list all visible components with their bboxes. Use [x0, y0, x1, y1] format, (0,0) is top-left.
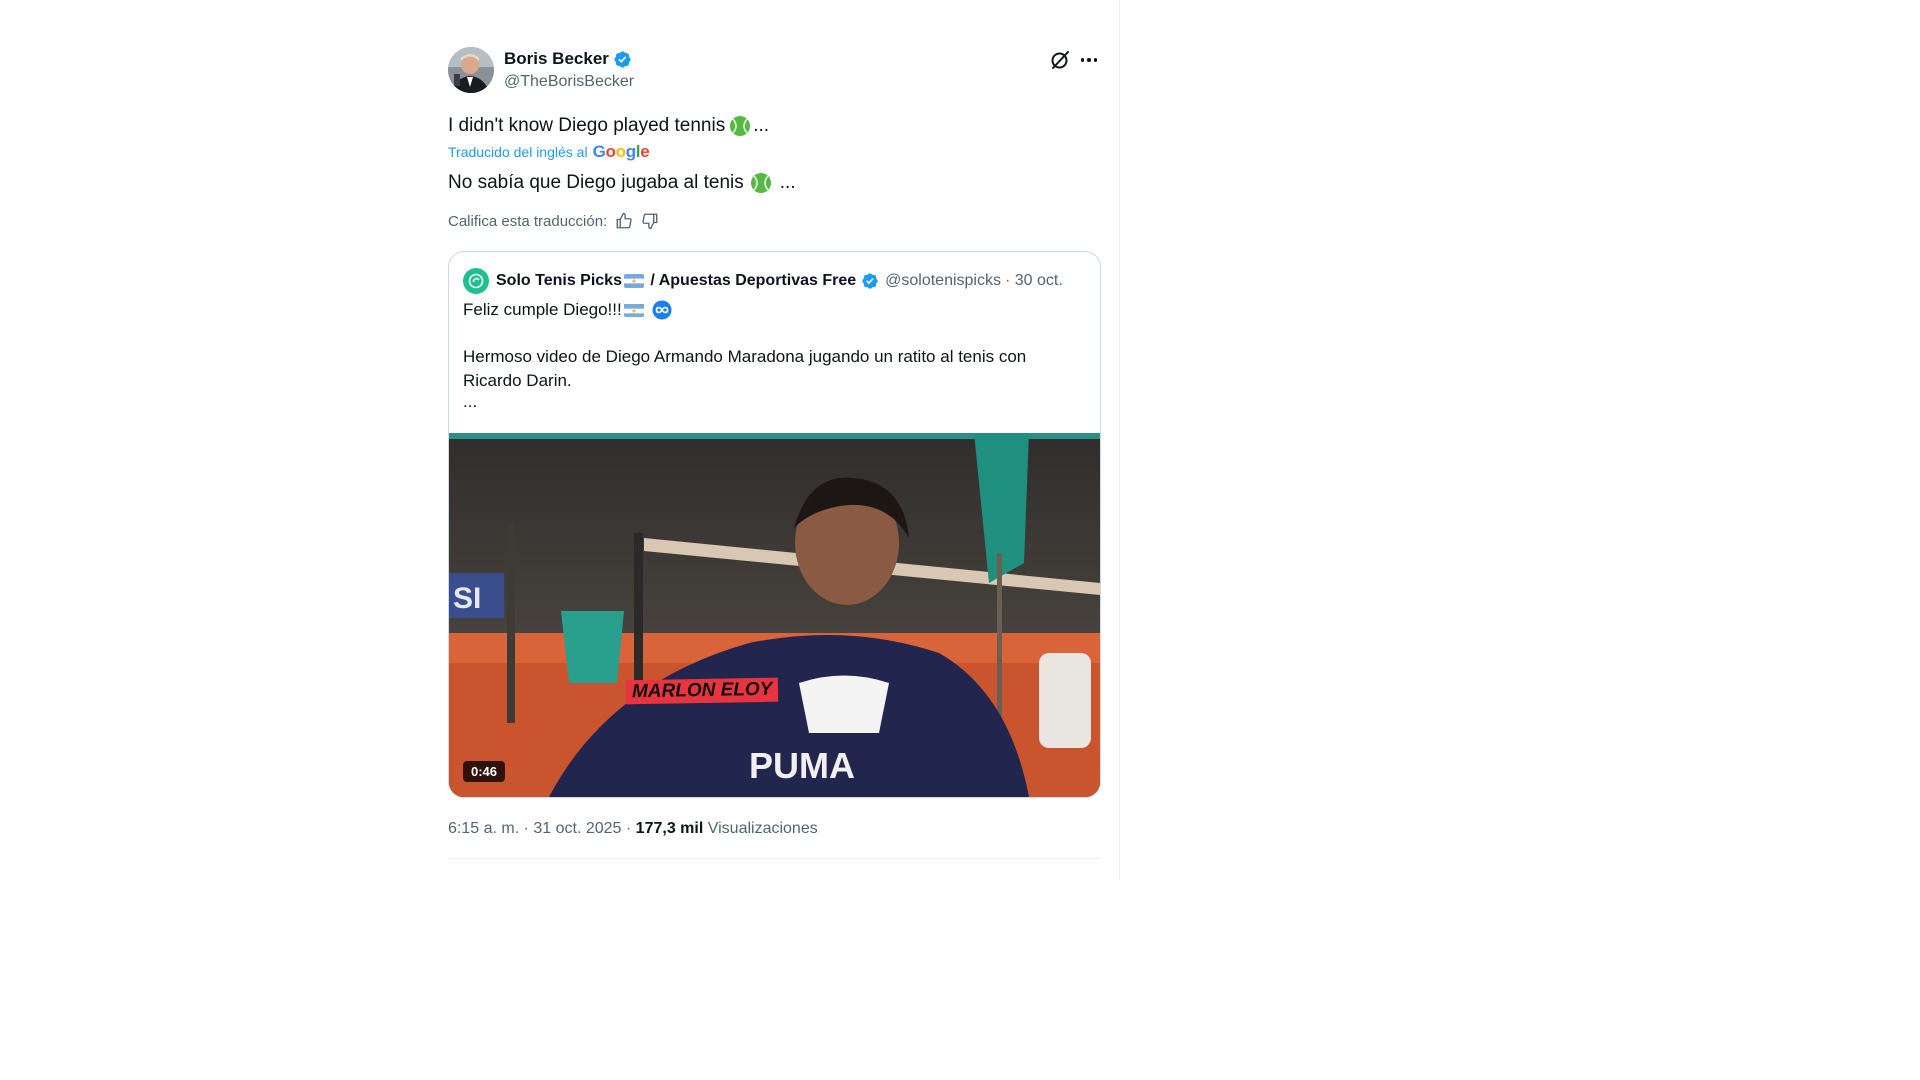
- video-player[interactable]: SI PUMA MARLON ELOY 0:46: [449, 433, 1100, 797]
- post-meta: 6:15 a. m. · 31 oct. 2025 · 177,3 mil Vi…: [448, 820, 818, 838]
- verified-badge-icon: [614, 50, 631, 68]
- tweet-text-suffix: ...: [753, 115, 770, 136]
- video-overlay-caption: MARLON ELOY: [625, 677, 779, 705]
- quoted-text-line1: Feliz cumple Diego!!!: [463, 300, 672, 320]
- quoted-text-ellipsis: ...: [463, 392, 478, 411]
- rate-label: Califica esta traducción:: [448, 212, 608, 230]
- video-duration-badge: 0:46: [463, 761, 506, 782]
- tennis-ball-emoji: [750, 172, 771, 193]
- tweet-text: I didn't know Diego played tennis ...: [448, 113, 769, 138]
- argentina-flag-emoji: [623, 303, 644, 317]
- more-icon[interactable]: [1077, 48, 1101, 72]
- argentina-flag-emoji: [623, 273, 644, 288]
- quoted-post-date[interactable]: · 30 oct.: [1005, 272, 1063, 290]
- svg-text:SI: SI: [453, 582, 481, 615]
- translated-text: No sabía que Diego jugaba al tenis ...: [448, 170, 796, 195]
- views-label: Visualizaciones: [707, 820, 818, 837]
- video-thumbnail: SI PUMA: [449, 433, 1100, 797]
- verified-badge-icon: [862, 273, 878, 289]
- translated-label: Traducido del inglés al: [448, 144, 588, 160]
- quoted-text-body: Hermoso video de Diego Armando Maradona …: [463, 347, 1027, 390]
- post: Boris Becker @TheBorisBecker I didn't kn…: [448, 0, 1101, 881]
- google-logo: Google: [592, 142, 650, 161]
- translation-attribution[interactable]: Traducido del inglés al Google: [448, 142, 650, 162]
- author-name[interactable]: Boris Becker: [504, 49, 609, 69]
- column-border: [1119, 0, 1120, 881]
- author-handle[interactable]: @TheBorisBecker: [504, 73, 634, 91]
- quoted-avatar[interactable]: [463, 268, 489, 294]
- post-timestamp[interactable]: 6:15 a. m. · 31 oct. 2025 ·: [448, 820, 631, 837]
- svg-text:PUMA: PUMA: [749, 745, 855, 786]
- quoted-author-name[interactable]: Solo Tenis Picks / Apuestas Deportivas F…: [496, 272, 856, 290]
- quoted-post[interactable]: Solo Tenis Picks / Apuestas Deportivas F…: [448, 251, 1101, 798]
- views-count: 177,3 mil: [635, 820, 704, 837]
- translated-text-suffix: ...: [779, 172, 796, 193]
- quoted-post-header: Solo Tenis Picks / Apuestas Deportivas F…: [463, 268, 1063, 294]
- grok-icon[interactable]: [1048, 48, 1072, 72]
- tennis-ball-emoji: [730, 115, 751, 136]
- thumbs-up-icon[interactable]: [615, 212, 633, 230]
- quoted-author-handle[interactable]: @solotenispicks: [885, 272, 1001, 290]
- tweet-text-main: I didn't know Diego played tennis: [448, 115, 726, 136]
- author-name-row: Boris Becker: [504, 49, 632, 69]
- thumbs-down-icon[interactable]: [641, 212, 659, 230]
- divider: [448, 858, 1101, 859]
- rate-translation-row: Califica esta traducción:: [448, 212, 659, 230]
- avatar[interactable]: [448, 47, 494, 93]
- quoted-greeting: Feliz cumple Diego!!!: [463, 300, 622, 319]
- infinity-emoji: [652, 300, 672, 320]
- translated-text-main: No sabía que Diego jugaba al tenis: [448, 172, 744, 193]
